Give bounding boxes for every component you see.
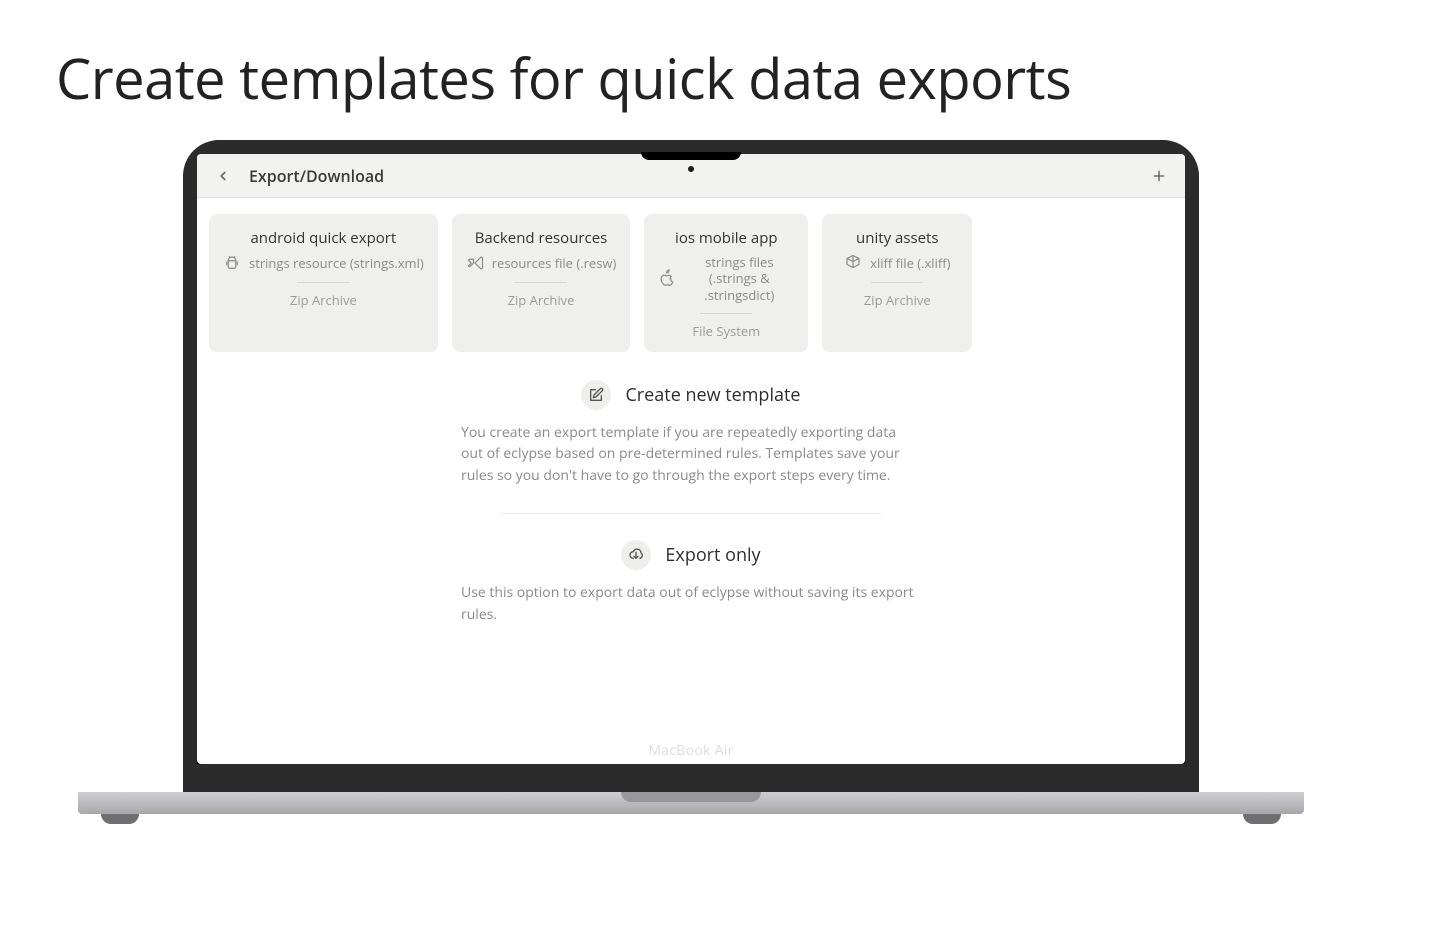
laptop-base — [78, 792, 1304, 814]
create-template-title: Create new template — [625, 383, 800, 407]
template-card-subtitle-row: strings resource (strings.xml) — [223, 254, 424, 272]
export-only-section: Export only Use this option to export da… — [461, 540, 921, 625]
create-template-button[interactable]: Create new template — [461, 380, 921, 410]
create-template-description: You create an export template if you are… — [461, 422, 921, 487]
add-button[interactable] — [1147, 164, 1171, 188]
template-card-title: android quick export — [250, 228, 396, 248]
template-card-subtitle-row: xliff file (.xliff) — [844, 254, 950, 272]
template-card-destination: Zip Archive — [290, 291, 357, 309]
template-card-destination: File System — [692, 322, 760, 340]
topbar: Export/Download — [197, 154, 1185, 198]
laptop-screen-frame: Export/Download android quick export str — [183, 140, 1199, 792]
card-divider — [700, 313, 752, 314]
template-card-title: Backend resources — [475, 228, 608, 248]
template-card-subtitle-row: resources file (.resw) — [466, 254, 617, 272]
laptop-model-label: MacBook Air — [648, 741, 733, 760]
export-only-description: Use this option to export data out of ec… — [461, 582, 921, 625]
template-card-subtitle: resources file (.resw) — [492, 254, 617, 272]
topbar-title: Export/Download — [249, 165, 384, 187]
template-card-subtitle-row: strings files (.strings & .stringsdict) — [658, 254, 794, 303]
template-card-subtitle: strings files (.strings & .stringsdict) — [684, 254, 794, 303]
laptop-feet — [101, 814, 1281, 824]
export-only-button[interactable]: Export only — [461, 540, 921, 570]
laptop-hinge-notch — [621, 792, 761, 802]
template-card-title: unity assets — [856, 228, 939, 248]
content-area: android quick export strings resource (s… — [197, 198, 1185, 764]
unity-icon — [844, 254, 862, 272]
template-card-subtitle: strings resource (strings.xml) — [249, 254, 424, 272]
template-card-ios[interactable]: ios mobile app strings files (.strings &… — [644, 214, 808, 352]
plus-icon — [1151, 168, 1167, 184]
card-divider — [871, 282, 923, 283]
template-card-destination: Zip Archive — [508, 291, 575, 309]
laptop-webcam-dot — [688, 166, 694, 172]
back-button[interactable] — [211, 164, 235, 188]
edit-icon — [581, 380, 611, 410]
template-card-unity[interactable]: unity assets xliff file (.xliff) Zip Arc… — [822, 214, 972, 352]
template-card-backend[interactable]: Backend resources resources file (.resw)… — [452, 214, 631, 352]
section-divider — [501, 513, 881, 514]
export-only-title: Export only — [665, 543, 760, 567]
template-card-title: ios mobile app — [675, 228, 778, 248]
create-template-section: Create new template You create an export… — [461, 380, 921, 487]
visual-studio-icon — [466, 254, 484, 272]
template-card-android[interactable]: android quick export strings resource (s… — [209, 214, 438, 352]
chevron-left-icon — [216, 169, 230, 183]
apple-icon — [658, 269, 676, 287]
template-cards-row: android quick export strings resource (s… — [209, 214, 1173, 352]
download-icon — [621, 540, 651, 570]
android-icon — [223, 254, 241, 272]
app-screen: Export/Download android quick export str — [197, 154, 1185, 764]
template-card-subtitle: xliff file (.xliff) — [870, 254, 950, 272]
card-divider — [515, 282, 567, 283]
card-divider — [297, 282, 349, 283]
laptop-mockup: Export/Download android quick export str — [78, 140, 1304, 824]
marketing-headline: Create templates for quick data exports — [56, 40, 1440, 116]
template-card-destination: Zip Archive — [864, 291, 931, 309]
laptop-notch — [641, 152, 741, 160]
